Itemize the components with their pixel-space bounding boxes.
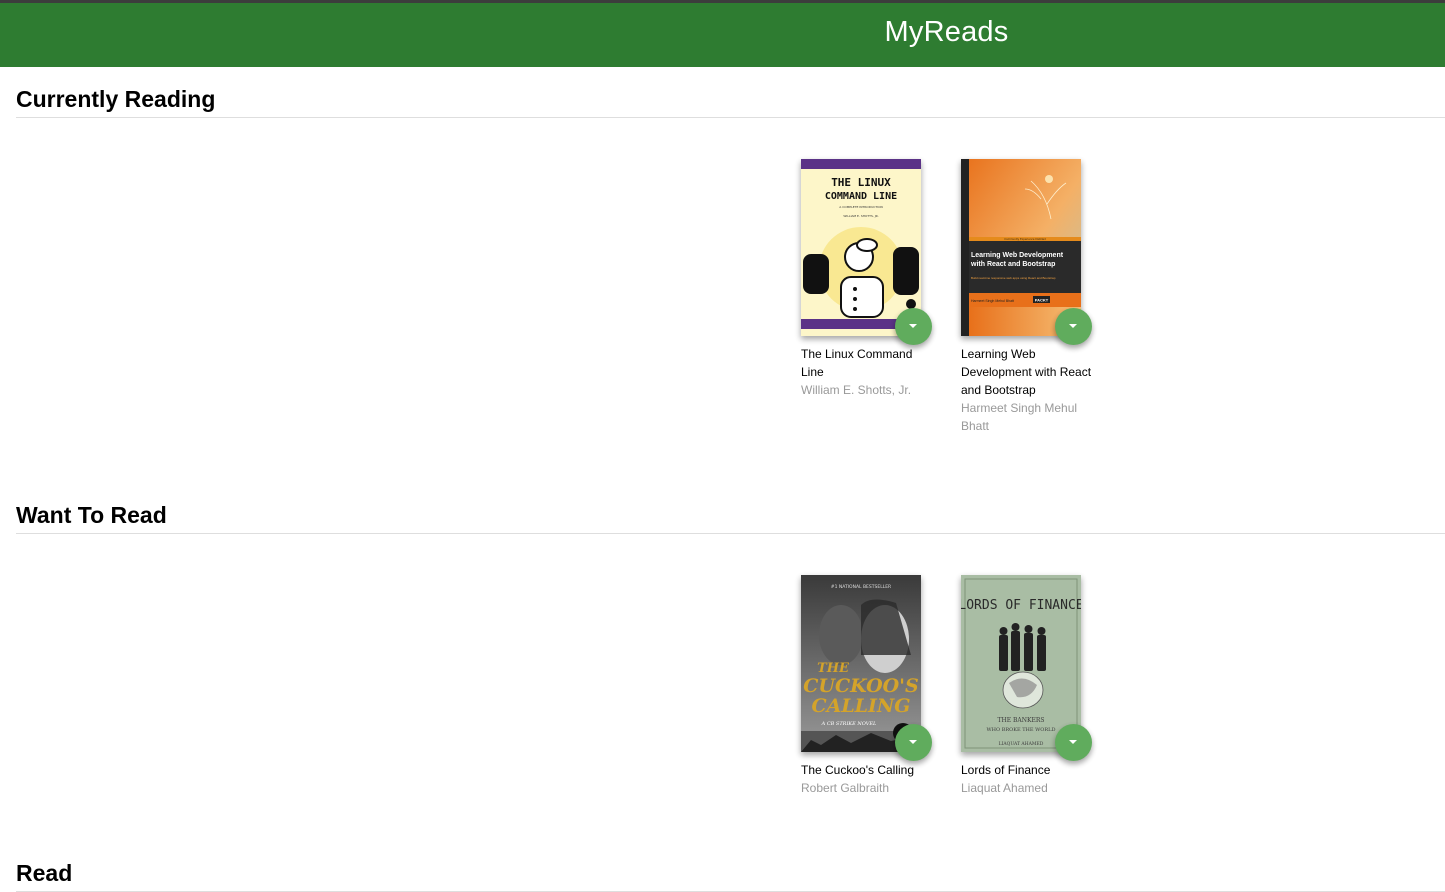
book-title: The Linux Command Line bbox=[801, 347, 913, 379]
svg-text:CUCKOO'S: CUCKOO'S bbox=[803, 675, 918, 697]
app-header: MyReads bbox=[0, 3, 1445, 67]
chevron-down-icon bbox=[909, 324, 917, 328]
book-cover[interactable]: #1 NATIONAL BESTSELLER THE CUCKOO'S CALL… bbox=[801, 575, 921, 752]
shelf-read: Read bbox=[16, 860, 1445, 892]
chevron-down-icon bbox=[1069, 740, 1077, 744]
chevron-down-icon bbox=[909, 740, 917, 744]
svg-text:Harmeet Singh Mehul Bhatt: Harmeet Singh Mehul Bhatt bbox=[971, 299, 1014, 303]
shelf-title: Currently Reading bbox=[16, 86, 1445, 118]
book-authors: William E. Shotts, Jr. bbox=[801, 383, 912, 397]
shelf-changer-button[interactable] bbox=[1055, 724, 1092, 761]
svg-text:Community Experience Distilled: Community Experience Distilled bbox=[1004, 237, 1046, 241]
svg-text:LORDS OF FINANCE: LORDS OF FINANCE bbox=[961, 598, 1081, 613]
book-cover[interactable]: LORDS OF FINANCE THE BANKERS WHO BROKE T… bbox=[961, 575, 1081, 752]
svg-text:with React and Bootstrap: with React and Bootstrap bbox=[970, 261, 1055, 268]
book-cover[interactable]: Community Experience Distilled Learning … bbox=[961, 159, 1081, 336]
svg-text:A CB STRIKE NOVEL: A CB STRIKE NOVEL bbox=[821, 721, 877, 727]
svg-text:A COMPLETE INTRODUCTION: A COMPLETE INTRODUCTION bbox=[839, 205, 882, 209]
svg-text:Build real-time responsive web: Build real-time responsive web apps usin… bbox=[971, 276, 1056, 280]
svg-text:Learning Web Development: Learning Web Development bbox=[971, 252, 1064, 259]
svg-text:LIAQUAT AHAMED: LIAQUAT AHAMED bbox=[999, 741, 1044, 747]
svg-text:CALLING: CALLING bbox=[811, 695, 910, 717]
svg-text:#1 NATIONAL BESTSELLER: #1 NATIONAL BESTSELLER bbox=[831, 584, 891, 590]
book-title: The Cuckoo's Calling bbox=[801, 763, 915, 777]
shelf-currently-reading: Currently Reading bbox=[16, 86, 1445, 118]
shelf-title: Read bbox=[16, 860, 1445, 892]
shelf-want-to-read: Want To Read bbox=[16, 502, 1445, 534]
svg-text:THE: THE bbox=[817, 661, 850, 676]
svg-text:COMMAND LINE: COMMAND LINE bbox=[825, 191, 897, 202]
book-authors: Harmeet Singh Mehul Bhatt bbox=[961, 401, 1078, 433]
shelf-changer-button[interactable] bbox=[895, 724, 932, 761]
svg-text:WHO BROKE THE WORLD: WHO BROKE THE WORLD bbox=[987, 727, 1056, 733]
chevron-down-icon bbox=[1069, 324, 1077, 328]
book-cover[interactable]: THE LINUX COMMAND LINE A COMPLETE INTROD… bbox=[801, 159, 921, 336]
app-title: MyReads bbox=[884, 16, 1009, 48]
svg-text:THE LINUX: THE LINUX bbox=[831, 176, 891, 189]
book-title: Learning Web Development with React and … bbox=[961, 347, 1092, 397]
svg-text:PACKT: PACKT bbox=[1035, 298, 1049, 303]
shelf-title: Want To Read bbox=[16, 502, 1445, 534]
svg-text:THE BANKERS: THE BANKERS bbox=[997, 717, 1044, 724]
shelf-changer-button[interactable] bbox=[1055, 308, 1092, 345]
shelf-changer-button[interactable] bbox=[895, 308, 932, 345]
book-title: Lords of Finance bbox=[961, 763, 1051, 777]
svg-text:WILLIAM E. SHOTTS, JR.: WILLIAM E. SHOTTS, JR. bbox=[843, 214, 878, 218]
book-authors: Liaquat Ahamed bbox=[961, 781, 1048, 795]
book-authors: Robert Galbraith bbox=[801, 781, 890, 795]
